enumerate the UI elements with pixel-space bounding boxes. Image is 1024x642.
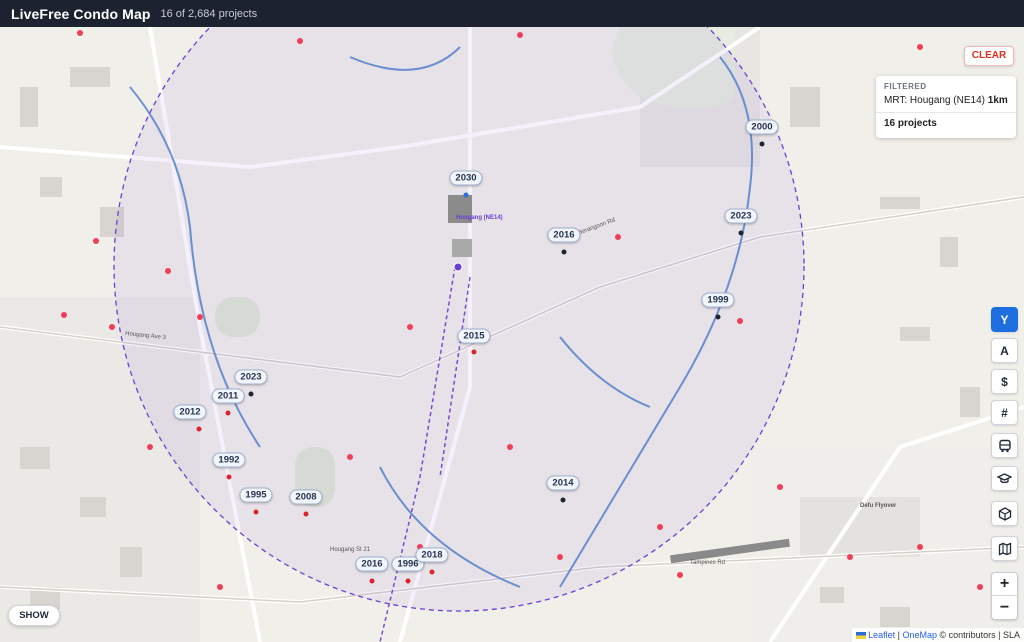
cube-icon [998,506,1011,521]
filter-radius: 1km [987,95,1008,106]
project-pin[interactable]: 2008 [289,489,323,505]
project-pin[interactable]: 2000 [745,119,779,135]
project-dot[interactable] [253,509,259,515]
project-pin[interactable]: 1992 [212,452,246,468]
color-by-price-button[interactable]: $ [991,369,1018,394]
project-dot[interactable] [463,192,469,198]
map-style-button[interactable] [991,536,1018,561]
project-dot[interactable] [303,511,309,517]
graduation-cap-icon [997,472,1012,483]
show-list-button[interactable]: SHOW [8,605,60,626]
zoom-control: + − [991,572,1018,620]
project-dot[interactable] [405,578,411,584]
top-bar: LiveFree Condo Map 16 of 2,684 projects [0,0,1024,27]
project-dot[interactable] [196,426,202,432]
zoom-in-button[interactable]: + [992,573,1017,596]
onemap-link[interactable]: OneMap [902,630,937,640]
color-by-area-button[interactable]: A [991,338,1018,363]
project-dot[interactable] [561,249,567,255]
project-dot[interactable] [226,474,232,480]
attribution-text: © contributors | SLA [939,630,1020,640]
bus-layer-button[interactable] [991,433,1018,458]
map-label-road: Hougang St 21 [330,547,371,553]
map-label-station: Hougang (NE14) [456,215,503,221]
color-by-year-button[interactable]: Y [991,307,1018,332]
filter-heading: FILTERED [884,82,927,91]
bus-icon [998,439,1011,452]
project-dot[interactable] [248,391,254,397]
project-dot[interactable] [471,349,477,355]
color-by-count-button[interactable]: # [991,400,1018,425]
3d-view-button[interactable] [991,501,1018,526]
filter-divider [876,112,1016,113]
school-layer-button[interactable] [991,466,1018,491]
project-dot[interactable] [369,578,375,584]
mrt-station-marker[interactable] [453,262,463,272]
project-pin[interactable]: 2030 [449,170,483,186]
map-label-road: Tampines Rd [690,560,726,566]
project-pin[interactable]: 2018 [415,547,449,563]
filter-project-count: 16 projects [884,118,937,129]
project-count: 16 of 2,684 projects [160,7,258,20]
map-label-road: Defu Flyover [860,503,897,509]
project-pin[interactable]: 1995 [239,487,273,503]
filter-mrt-name: MRT: Hougang (NE14) [884,95,985,106]
map-attribution: Leaflet | OneMap © contributors | SLA [852,628,1024,642]
project-pin[interactable]: 1999 [701,292,735,308]
project-pin[interactable]: 2012 [173,404,207,420]
project-pin[interactable]: 2015 [457,328,491,344]
filter-mrt-line: MRT: Hougang (NE14) 1km [884,95,1008,106]
project-pin[interactable]: 2023 [724,208,758,224]
map-canvas[interactable]: Hougang (NE14) Hougang Ave 3 Upper Seran… [0,27,1024,642]
project-pin[interactable]: 2016 [547,227,581,243]
project-dot[interactable] [759,141,765,147]
leaflet-link[interactable]: Leaflet [868,630,895,640]
project-dot[interactable] [225,410,231,416]
zoom-out-button[interactable]: − [992,596,1017,619]
project-dot[interactable] [429,569,435,575]
project-dot[interactable] [560,497,566,503]
clear-filter-button[interactable]: CLEAR [964,46,1014,66]
app-title: LiveFree Condo Map [11,5,151,22]
project-dot[interactable] [715,314,721,320]
ukraine-flag-icon [856,632,867,640]
project-dot[interactable] [738,230,744,236]
project-pin[interactable]: 2023 [234,369,268,385]
project-pin[interactable]: 2014 [546,475,580,491]
filter-panel: FILTERED MRT: Hougang (NE14) 1km 16 proj… [876,76,1016,138]
map-icon [998,542,1011,555]
project-pin[interactable]: 2011 [211,388,245,404]
project-pin[interactable]: 2016 [355,556,389,572]
